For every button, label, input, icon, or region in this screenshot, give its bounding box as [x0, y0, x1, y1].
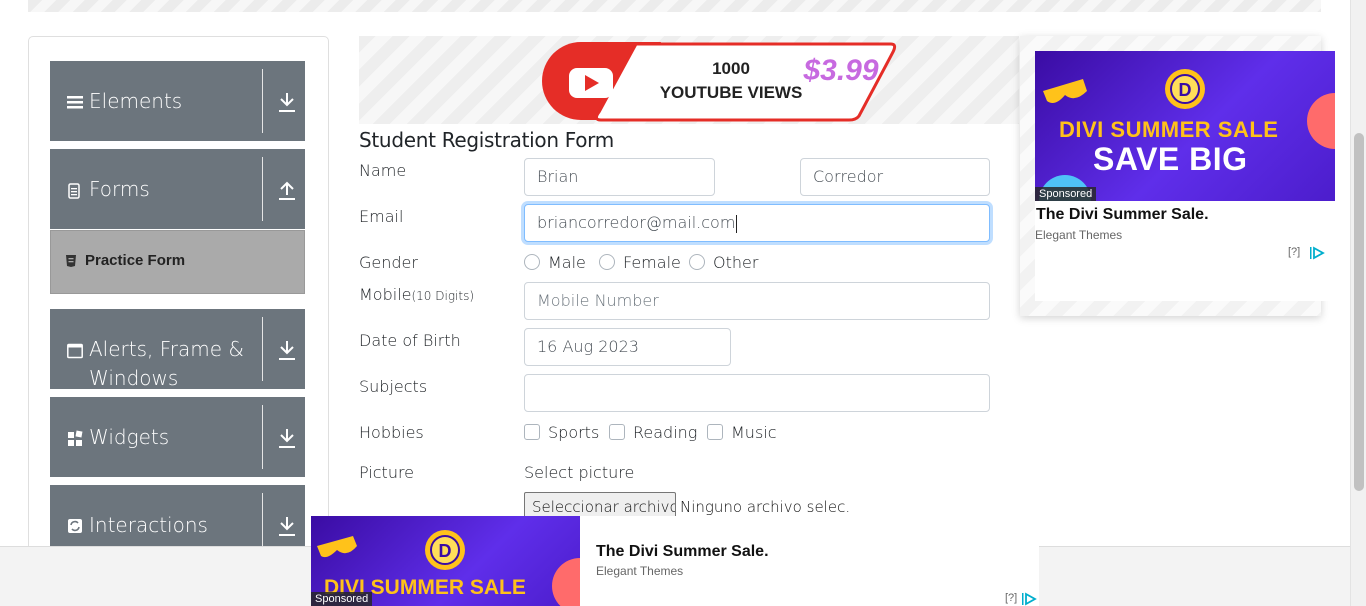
- ad-headline[interactable]: The Divi Summer Sale.: [1036, 206, 1209, 224]
- text-caret: [736, 214, 738, 233]
- gender-label: Gender: [359, 253, 418, 272]
- adchoices-icon[interactable]: [1309, 246, 1325, 260]
- divider: [262, 69, 263, 133]
- bottom-ad[interactable]: D DIVI SUMMER SALE Sponsored The Divi Su…: [311, 516, 1039, 606]
- hobby-reading-label[interactable]: Reading: [633, 423, 697, 442]
- youtube-views-ad-graphic: 1000 YOUTUBE VIEWS $3.99: [542, 42, 897, 122]
- ad-sale-line2: SAVE BIG: [1093, 141, 1248, 177]
- bottom-adchoices-icon[interactable]: [1021, 592, 1037, 606]
- sidebar-item-label: Practice Form: [85, 252, 186, 269]
- download-arrow-icon[interactable]: [278, 515, 296, 537]
- interactions-icon: [68, 519, 82, 533]
- sponsored-badge: Sponsored: [1035, 187, 1097, 201]
- divider: [262, 317, 263, 381]
- sidebar-group-label: Forms: [89, 177, 150, 201]
- form-title: Student Registration Form: [359, 128, 614, 152]
- download-arrow-icon[interactable]: [278, 339, 296, 361]
- page: Elements Forms Practice Form Alerts, Fra…: [0, 0, 1366, 606]
- file-status-text: Ninguno archivo selec.: [680, 498, 851, 516]
- window-icon: [67, 343, 83, 359]
- sidebar: Elements Forms Practice Form Alerts, Fra…: [28, 36, 329, 576]
- sidebar-item-practice-form[interactable]: Practice Form: [50, 230, 305, 294]
- html-icon: [66, 255, 76, 267]
- svg-text:D: D: [1179, 80, 1192, 100]
- hobby-music-checkbox[interactable]: [707, 424, 723, 440]
- bottom-ad-headline[interactable]: The Divi Summer Sale.: [596, 543, 769, 561]
- picture-label: Picture: [359, 463, 415, 482]
- last-name-input[interactable]: Corredor: [800, 158, 990, 196]
- sidebar-group-elements[interactable]: Elements: [50, 61, 305, 141]
- menu-icon: [67, 96, 83, 109]
- mobile-label-text: Mobile: [359, 285, 412, 304]
- sidebar-group-label: Interactions: [89, 513, 208, 537]
- mobile-hint: (10 Digits): [411, 289, 474, 303]
- divider: [262, 405, 263, 469]
- ad-line2: YOUTUBE VIEWS: [660, 83, 803, 102]
- svg-text:D: D: [439, 541, 452, 561]
- email-value: briancorredor@mail.com: [537, 213, 736, 232]
- gender-male-radio[interactable]: [524, 254, 540, 270]
- bottom-ad-advertiser: Elegant Themes: [596, 564, 684, 578]
- hobby-sports-label[interactable]: Sports: [548, 423, 599, 442]
- divider: [262, 157, 263, 221]
- gender-other-label[interactable]: Other: [713, 253, 758, 272]
- first-name-input[interactable]: Brian: [524, 158, 715, 196]
- mobile-label: Mobile(10 Digits): [359, 285, 474, 304]
- email-input[interactable]: briancorredor@mail.com: [524, 204, 990, 242]
- select-picture-label: Select picture: [524, 463, 635, 482]
- ad-info-link[interactable]: [?]: [1288, 246, 1300, 258]
- sidebar-group-alerts[interactable]: Alerts, Frame & Windows: [50, 309, 305, 390]
- date-of-birth-input[interactable]: 16 Aug 2023: [524, 328, 731, 366]
- top-banner-strip: [28, 0, 1321, 12]
- sidebar-group-forms[interactable]: Forms: [50, 149, 305, 229]
- document-icon: [68, 183, 80, 199]
- right-sidebar-ad[interactable]: D DIVI SUMMER SALE SAVE BIG Sponsored Th…: [1020, 36, 1335, 316]
- page-scrollbar[interactable]: [1350, 0, 1366, 606]
- youtube-views-ad[interactable]: 1000 YOUTUBE VIEWS $3.99: [359, 36, 1019, 124]
- mobile-input[interactable]: Mobile Number: [524, 282, 990, 320]
- download-arrow-icon[interactable]: [278, 427, 296, 449]
- subjects-label: Subjects: [359, 377, 428, 396]
- hobby-reading-checkbox[interactable]: [609, 424, 625, 440]
- subjects-input[interactable]: [524, 374, 990, 412]
- sidebar-group-label: Widgets: [89, 425, 170, 449]
- bottom-ad-info-link[interactable]: [?]: [1005, 592, 1017, 604]
- ad-image: D DIVI SUMMER SALE SAVE BIG Sponsored: [1035, 51, 1335, 201]
- widgets-icon: [68, 430, 83, 446]
- ad-line1: 1000: [712, 59, 750, 78]
- hobbies-label: Hobbies: [359, 423, 424, 442]
- scrollbar-thumb[interactable]: [1354, 133, 1364, 491]
- email-label: Email: [359, 207, 404, 226]
- ad-sale-line1: DIVI SUMMER SALE: [1059, 117, 1279, 142]
- bottom-ad-image: D DIVI SUMMER SALE Sponsored: [311, 516, 580, 606]
- sidebar-group-label: Elements: [89, 89, 183, 113]
- download-arrow-icon[interactable]: [278, 91, 296, 113]
- gender-female-label[interactable]: Female: [623, 253, 681, 272]
- name-label: Name: [359, 161, 407, 180]
- hobby-sports-checkbox[interactable]: [524, 424, 540, 440]
- ad-advertiser: Elegant Themes: [1035, 228, 1123, 242]
- sidebar-group-widgets[interactable]: Widgets: [50, 397, 305, 477]
- sidebar-group-label: Alerts, Frame & Windows: [89, 337, 245, 390]
- upload-arrow-icon[interactable]: [278, 179, 296, 201]
- gender-male-label[interactable]: Male: [548, 253, 586, 272]
- ad-price: $3.99: [802, 54, 878, 87]
- gender-female-radio[interactable]: [599, 254, 615, 270]
- gender-other-radio[interactable]: [689, 254, 705, 270]
- dob-label: Date of Birth: [359, 331, 461, 350]
- hobby-music-label[interactable]: Music: [731, 423, 777, 442]
- bottom-sponsored-badge: Sponsored: [311, 592, 373, 606]
- ad-card[interactable]: The Divi Summer Sale. Elegant Themes [?]: [1035, 201, 1335, 301]
